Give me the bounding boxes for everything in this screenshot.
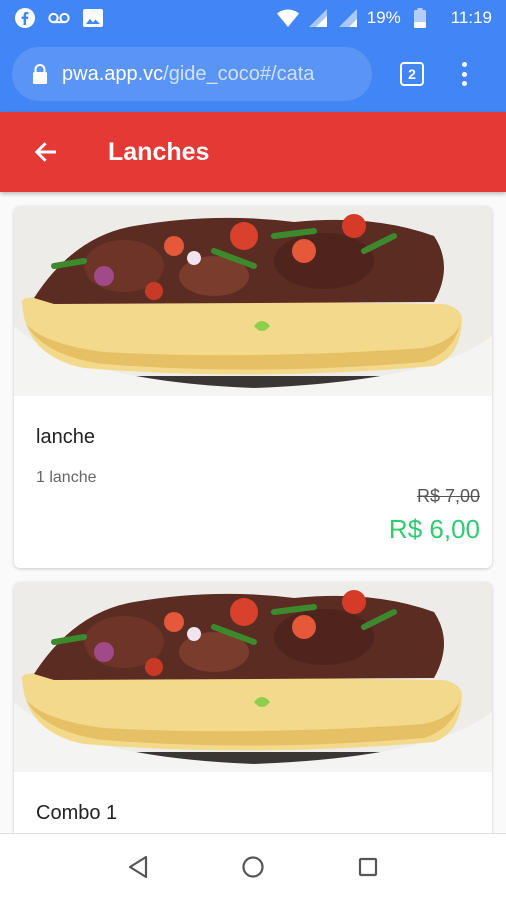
page-title: Lanches [108,137,210,166]
overflow-menu-icon[interactable] [454,60,474,88]
voicemail-icon [48,7,70,29]
system-nav-bar [0,833,506,900]
signal-icon [337,7,359,29]
nav-back-icon[interactable] [118,847,158,887]
product-name: lanche [36,426,95,448]
product-card[interactable]: Combo 1 [14,582,492,833]
url-host: pwa.app.vc [62,62,164,85]
url-path: /gide_coco#/cata [163,62,315,85]
product-old-price: R$ 7,00 [416,486,480,506]
app-header: Lanches [0,112,506,192]
battery-icon [409,7,431,29]
status-right: 19% 11:19 [276,7,492,29]
product-price: R$ 6,00 [388,514,480,544]
url-omnibox[interactable]: pwa.app.vc/gide_coco#/cata [12,47,372,101]
status-bar: 19% 11:19 [0,0,506,36]
product-card-body: Combo 1 [14,772,492,833]
nav-recents-icon[interactable] [348,847,388,887]
product-list[interactable]: lanche 1 lanche R$ 7,00 R$ 6,00 Combo 1 [0,192,506,833]
image-icon [82,7,104,29]
wifi-icon [276,7,299,29]
back-arrow-icon[interactable] [32,138,60,166]
product-card-body: lanche 1 lanche R$ 7,00 R$ 6,00 [14,396,492,568]
status-left [14,7,104,29]
lock-icon [32,64,48,84]
battery-percent: 19% [366,8,401,27]
browser-toolbar: pwa.app.vc/gide_coco#/cata 2 [0,36,506,112]
nav-home-icon[interactable] [233,847,273,887]
product-image [14,582,492,772]
clock: 11:19 [450,8,492,27]
product-image [14,206,492,396]
product-description: 1 lanche [36,469,97,486]
tab-switcher-button[interactable]: 2 [400,62,424,86]
facebook-icon [14,7,36,29]
signal-icon [307,7,329,29]
product-card[interactable]: lanche 1 lanche R$ 7,00 R$ 6,00 [14,206,492,568]
product-name: Combo 1 [36,802,118,824]
